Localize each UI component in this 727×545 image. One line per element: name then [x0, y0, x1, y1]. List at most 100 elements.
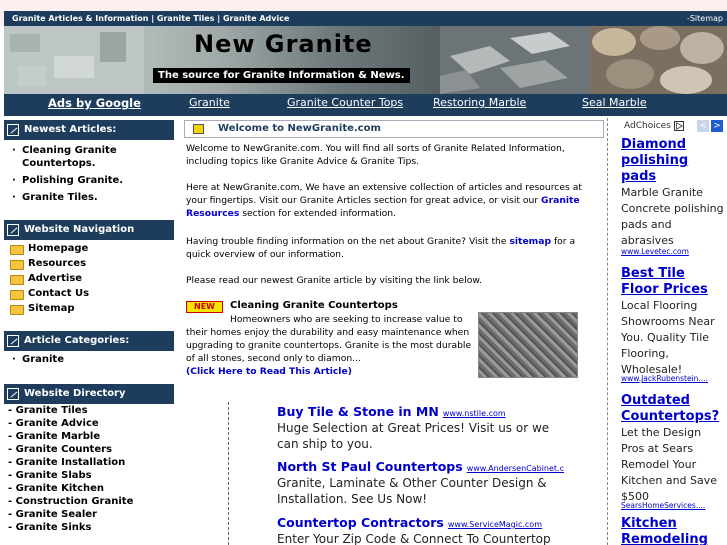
top-link-advice[interactable]: Granite Advice [223, 14, 289, 23]
directory-item[interactable]: - Granite Counters [8, 444, 112, 455]
heading-text: Article Categories: [24, 335, 130, 346]
note-icon [193, 124, 204, 134]
ad-body: Huge Selection at Great Prices! Visit us… [277, 421, 550, 451]
welcome-title: Welcome to NewGranite.com [218, 123, 381, 134]
top-links: Granite Articles & Information | Granite… [12, 11, 289, 26]
nav-item-label: Resources [28, 258, 87, 269]
nav-item-label: Sitemap [28, 303, 75, 314]
directory-item[interactable]: - Granite Marble [8, 431, 100, 442]
ad-title-link[interactable]: Buy Tile & Stone in MN www.nstile.com [277, 404, 506, 419]
newest-articles-heading: Newest Articles: [4, 120, 174, 140]
main-content: Welcome to NewGranite.com Welcome to New… [184, 118, 606, 545]
new-badge: NEW [186, 301, 223, 313]
nav-link-seal-marble[interactable]: Seal Marble [582, 96, 647, 109]
directory-item[interactable]: - Granite Kitchen [8, 483, 104, 494]
ad-title-link[interactable]: Best Tile Floor Prices [621, 266, 725, 298]
ad-title-link[interactable]: Diamond polishing pads [621, 137, 725, 185]
ad-title-text[interactable]: Buy Tile & Stone in MN [277, 404, 439, 419]
intro-paragraph: Welcome to NewGranite.com. You will find… [186, 143, 565, 167]
ad-title-link[interactable]: North St Paul Countertops www.AndersenCab… [277, 459, 564, 474]
ad-prev-button[interactable]: < [697, 120, 709, 132]
heading-text: Website Navigation [24, 224, 135, 235]
paragraph-text: section for extended information. [239, 208, 396, 219]
featured-article-excerpt: Homeowners who are seeking to increase v… [186, 314, 472, 364]
directory-item[interactable]: - Granite Sealer [8, 509, 97, 520]
ad-body: Enter Your Zip Code & Connect To Counter… [277, 532, 551, 545]
top-link-articles[interactable]: Granite Articles & Information [12, 14, 148, 23]
top-sitemap-link[interactable]: -Sitemap [687, 11, 723, 26]
pencil-icon [7, 388, 19, 400]
separator: | [217, 14, 221, 23]
directory-item[interactable]: - Granite Sinks [8, 522, 91, 533]
stone-blocks-image [440, 26, 590, 94]
granite-countertop-thumbnail[interactable] [478, 312, 578, 378]
left-sidebar: Newest Articles: · Cleaning Granite Coun… [4, 120, 174, 545]
ad-url[interactable]: www.AndersenCabinet.c [467, 464, 564, 473]
newest-article-item[interactable]: · Polishing Granite. [12, 174, 172, 187]
separator: | [151, 14, 155, 23]
article-link[interactable]: Polishing Granite. [22, 174, 123, 187]
ad-body: Marble Granite Concrete polishing pads a… [621, 186, 724, 247]
ad-url[interactable]: www.JackRubenstein.... [621, 374, 725, 383]
ad-title-text[interactable]: North St Paul Countertops [277, 459, 463, 474]
article-link[interactable]: Granite Tiles. [22, 191, 98, 204]
sitemap-link[interactable]: sitemap [509, 236, 551, 247]
adchoices-icon[interactable] [674, 121, 684, 131]
nav-item-advertise[interactable]: Advertise [4, 273, 174, 288]
ad-title-link[interactable]: Outdated Countertops? [621, 393, 725, 425]
featured-article-title[interactable]: Cleaning Granite Countertops [230, 300, 398, 311]
directory-item[interactable]: - Granite Advice [8, 418, 99, 429]
category-link[interactable]: Granite [22, 353, 64, 366]
nav-link-granite-counter-tops[interactable]: Granite Counter Tops [287, 96, 403, 109]
heading-text: Newest Articles: [24, 124, 117, 135]
google-ads-center: Buy Tile & Stone in MN www.nstile.com Hug… [228, 402, 564, 545]
nav-item-resources[interactable]: Resources [4, 258, 174, 273]
nav-item-label: Advertise [28, 273, 83, 284]
ad-title-link[interactable]: Kitchen Remodeling [621, 516, 725, 545]
category-item[interactable]: · Granite [12, 353, 172, 366]
nav-link-restoring-marble[interactable]: Restoring Marble [433, 96, 526, 109]
folder-icon [10, 245, 24, 255]
directory-item[interactable]: - Construction Granite [8, 496, 133, 507]
bullet-icon: · [12, 175, 16, 186]
article-categories-heading: Article Categories: [4, 331, 174, 351]
ad-url[interactable]: www.ServiceMagic.com [448, 520, 542, 529]
folder-icon [10, 260, 24, 270]
ad-title-text[interactable]: Countertop Contractors [277, 515, 444, 530]
resources-paragraph: Here at NewGranite.com, We have an exten… [186, 181, 602, 220]
top-link-tiles[interactable]: Granite Tiles [157, 14, 215, 23]
adchoices-label[interactable]: AdChoices [624, 121, 671, 131]
paragraph-text: Having trouble finding information on th… [186, 236, 510, 247]
sitemap-paragraph: Having trouble finding information on th… [186, 235, 602, 261]
top-link-bar: Granite Articles & Information | Granite… [4, 11, 727, 26]
newest-article-prompt: Please read our newest Granite article b… [186, 275, 482, 286]
ad-next-button[interactable]: > [711, 120, 723, 132]
ad-url[interactable]: www.nstile.com [443, 409, 506, 418]
paragraph-text: Here at NewGranite.com, We have an exten… [186, 182, 582, 206]
folder-icon [10, 305, 24, 315]
nav-item-homepage[interactable]: Homepage [4, 243, 174, 258]
ad-url[interactable]: www.Levetec.com [621, 247, 725, 256]
directory-item[interactable]: - Granite Installation [8, 457, 125, 468]
site-banner: New Granite The source for Granite Infor… [4, 26, 727, 94]
stone-wall-image [590, 26, 727, 94]
newest-article-item[interactable]: · Granite Tiles. [12, 191, 172, 204]
site-tagline: The source for Granite Information & New… [153, 68, 410, 83]
ad-body: Granite, Laminate & Other Counter Design… [277, 476, 547, 506]
bullet-icon: · [12, 354, 16, 365]
newest-article-item[interactable]: · Cleaning Granite Countertops. [12, 144, 172, 170]
ad-title-link[interactable]: Countertop Contractors www.ServiceMagic.c… [277, 515, 542, 530]
bullet-icon: · [12, 192, 16, 203]
nav-item-sitemap[interactable]: Sitemap [4, 303, 174, 318]
nav-item-contact-us[interactable]: Contact Us [4, 288, 174, 303]
ad-url[interactable]: SearsHomeServices.... [621, 501, 725, 510]
granite-texture-left-image [4, 26, 144, 94]
nav-link-granite[interactable]: Granite [189, 96, 230, 109]
ads-by-google-link[interactable]: Ads by Google [48, 96, 141, 110]
directory-item[interactable]: - Granite Tiles [8, 405, 88, 416]
bullet-icon: · [12, 145, 16, 156]
directory-item[interactable]: - Granite Slabs [8, 470, 92, 481]
article-link[interactable]: Cleaning Granite Countertops. [22, 144, 132, 170]
pencil-icon [7, 124, 19, 136]
read-article-link[interactable]: (Click Here to Read This Article) [186, 366, 352, 377]
